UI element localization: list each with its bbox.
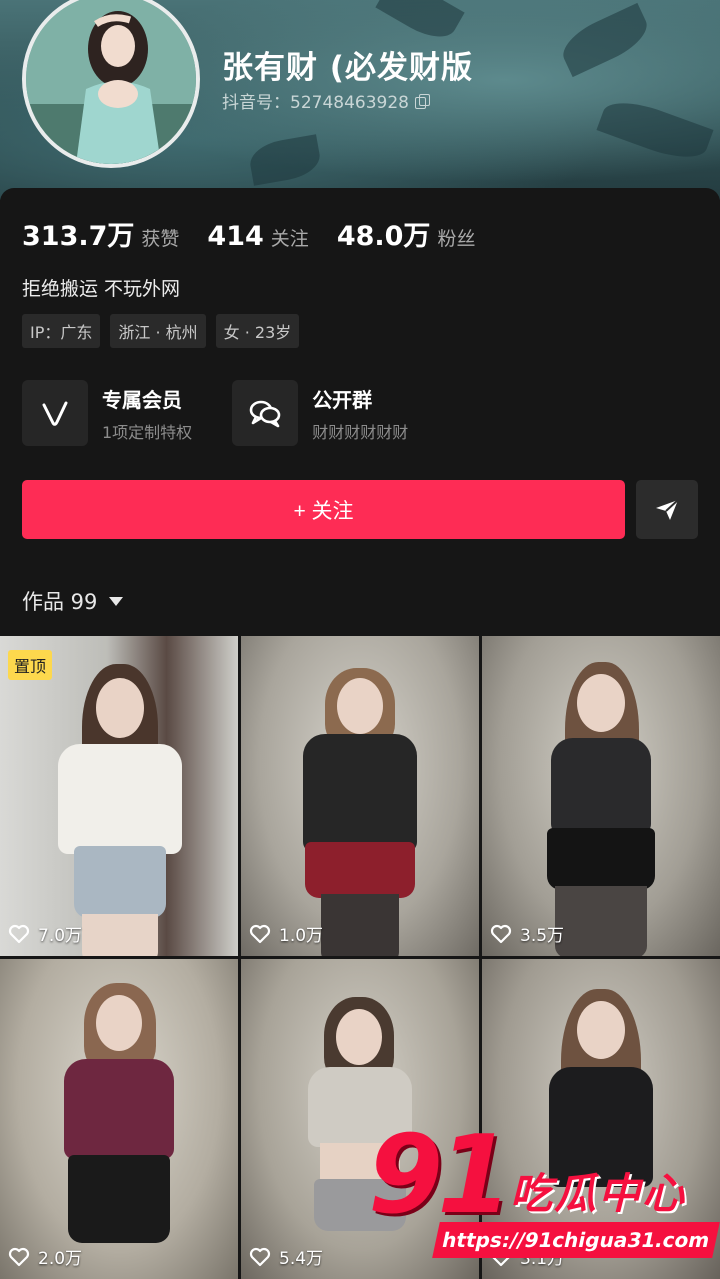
tag-gender-age: 女 · 23岁 xyxy=(215,314,300,348)
like-count-text: 3.1万 xyxy=(520,1249,565,1269)
video-tile[interactable]: 置顶 7.0万 xyxy=(0,636,238,956)
profile-id-text: 抖音号：52748463928 xyxy=(222,93,409,113)
share-button[interactable] xyxy=(636,480,698,539)
copy-icon[interactable] xyxy=(414,93,430,109)
follow-button-label: + 关注 xyxy=(293,499,354,523)
like-count: 3.5万 xyxy=(490,921,564,946)
like-count-text: 5.4万 xyxy=(279,1249,324,1269)
heart-icon xyxy=(8,1247,30,1266)
like-count-text: 3.5万 xyxy=(520,926,565,946)
stat-followers[interactable]: 48.0万 粉丝 xyxy=(337,214,476,253)
heart-icon xyxy=(249,924,271,943)
like-count-text: 7.0万 xyxy=(38,926,83,946)
banner-decoration xyxy=(555,2,655,78)
pinned-badge: 置顶 xyxy=(8,650,53,680)
avatar[interactable] xyxy=(22,0,200,168)
like-count-text: 2.0万 xyxy=(38,1249,83,1269)
tag-location: 浙江 · 杭州 xyxy=(110,314,206,348)
works-tab[interactable]: 作品 99 xyxy=(22,586,124,616)
feature-title: 公开群 xyxy=(312,387,373,412)
stat-likes[interactable]: 313.7万 获赞 xyxy=(22,214,179,253)
stat-following[interactable]: 414 关注 xyxy=(207,221,308,252)
tag-ip: IP：广东 xyxy=(22,314,101,348)
banner-decoration xyxy=(596,92,714,168)
video-figure xyxy=(285,664,435,956)
stat-value: 414 xyxy=(207,221,264,252)
video-tile[interactable]: 3.5万 xyxy=(482,636,720,956)
feature-membership[interactable]: 专属会员 1项定制特权 xyxy=(22,380,192,446)
heart-icon xyxy=(490,1247,512,1266)
video-figure xyxy=(44,656,194,956)
like-count: 5.4万 xyxy=(249,1244,323,1269)
feature-subtitle: 财财财财财财 xyxy=(312,422,409,442)
stat-label: 粉丝 xyxy=(437,228,476,250)
stat-label: 关注 xyxy=(270,228,309,250)
like-count: 7.0万 xyxy=(8,921,82,946)
banner-decoration xyxy=(375,0,465,48)
bio-text: 拒绝搬运 不玩外网 xyxy=(22,278,181,300)
video-figure xyxy=(521,985,681,1279)
profile-tags: IP：广东 浙江 · 杭州 女 · 23岁 xyxy=(22,314,300,348)
follow-button[interactable]: + 关注 xyxy=(22,480,625,539)
profile-id[interactable]: 抖音号：52748463928 xyxy=(222,88,430,113)
stat-value: 313.7万 xyxy=(22,221,135,252)
like-count-text: 1.0万 xyxy=(279,926,324,946)
video-grid: 置顶 7.0万 1.0万 3.5万 2.0万 5.4万 3.1万 xyxy=(0,636,720,1279)
video-tile[interactable]: 2.0万 xyxy=(0,959,238,1279)
feature-title: 专属会员 xyxy=(102,387,182,412)
video-figure xyxy=(280,993,440,1279)
works-label: 作品 99 xyxy=(22,590,98,614)
caret-down-icon xyxy=(109,596,124,606)
video-tile[interactable]: 5.4万 xyxy=(241,959,479,1279)
video-tile[interactable]: 3.1万 xyxy=(482,959,720,1279)
feature-group[interactable]: 公开群 财财财财财财 xyxy=(232,380,408,446)
heart-icon xyxy=(8,924,30,943)
banner-decoration xyxy=(247,134,323,186)
like-count: 2.0万 xyxy=(8,1244,82,1269)
video-tile[interactable]: 1.0万 xyxy=(241,636,479,956)
stat-label: 获赞 xyxy=(141,228,180,250)
stats-row: 313.7万 获赞 414 关注 48.0万 粉丝 xyxy=(22,214,475,253)
video-figure xyxy=(521,658,681,956)
like-count: 1.0万 xyxy=(249,921,323,946)
send-icon xyxy=(656,498,679,520)
heart-icon xyxy=(249,1247,271,1266)
profile-banner: 张有财 (必发财版 抖音号：52748463928 xyxy=(0,0,720,200)
feature-subtitle: 1项定制特权 xyxy=(102,422,193,442)
avatar-image xyxy=(26,0,196,164)
feature-row: 专属会员 1项定制特权 公开群 财财财财财财 xyxy=(22,380,408,446)
group-chat-icon xyxy=(232,380,299,446)
vip-v-icon xyxy=(22,380,88,446)
profile-panel: 313.7万 获赞 414 关注 48.0万 粉丝 拒绝搬运 不玩外网 IP：广… xyxy=(0,188,720,636)
like-count: 3.1万 xyxy=(490,1244,564,1269)
heart-icon xyxy=(490,924,512,943)
stat-value: 48.0万 xyxy=(336,221,431,252)
video-figure xyxy=(44,979,194,1279)
profile-name: 张有财 (必发财版 xyxy=(222,50,473,86)
